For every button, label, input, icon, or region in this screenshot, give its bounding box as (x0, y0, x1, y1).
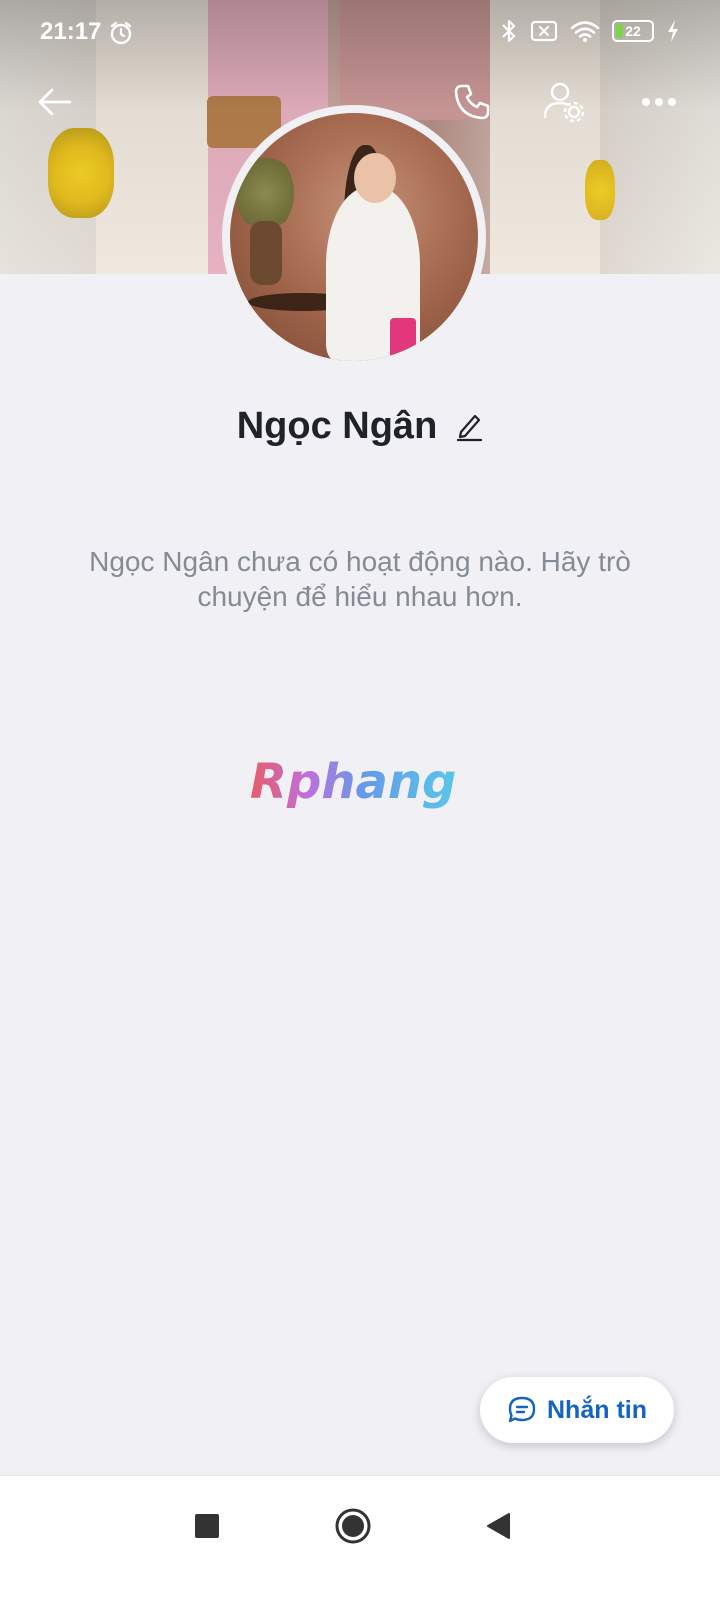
home-circle-icon (335, 1508, 371, 1544)
profile-name: Ngọc Ngân (236, 404, 438, 447)
back-button[interactable] (26, 70, 82, 134)
charging-icon (668, 20, 678, 42)
home-button[interactable] (325, 1498, 381, 1554)
call-button[interactable] (444, 70, 500, 134)
wifi-icon (570, 21, 600, 42)
edit-pencil-icon[interactable] (455, 410, 483, 442)
recents-square-icon (195, 1514, 219, 1538)
more-options-icon (642, 98, 676, 106)
battery-icon: 22 (612, 20, 654, 42)
alarm-icon (110, 21, 132, 45)
avatar-photo-head (354, 153, 396, 203)
nav-back-button[interactable] (470, 1498, 526, 1554)
battery-level-fill (616, 24, 623, 38)
avatar-photo (230, 113, 478, 361)
empty-activity-message: Ngọc Ngân chưa có hoạt động nào. Hãy trò… (89, 546, 631, 612)
system-nav-bar (0, 1475, 720, 1601)
back-triangle-icon (487, 1513, 510, 1539)
profile-settings-button[interactable] (536, 70, 592, 134)
svg-text:Rphang: Rphang (250, 754, 456, 810)
status-time: 21:17 (40, 18, 102, 45)
send-message-label: Nhắn tin (547, 1395, 647, 1424)
user-settings-icon (543, 82, 585, 123)
chat-bubble-icon (508, 1396, 536, 1423)
back-arrow-icon (38, 88, 72, 116)
avatar-photo-vase (250, 221, 282, 285)
more-options-button[interactable] (631, 70, 687, 134)
bluetooth-icon (502, 19, 516, 43)
recents-button[interactable] (179, 1498, 235, 1554)
profile-name-row: Ngọc Ngân (0, 398, 720, 454)
battery-level: 22 (625, 23, 641, 39)
no-sim-icon (530, 20, 558, 42)
phone-call-icon (454, 84, 490, 120)
status-bar: 21:17 22 (0, 0, 720, 70)
watermark-logo: Rphang (250, 754, 456, 810)
profile-avatar[interactable] (222, 105, 486, 369)
send-message-button[interactable]: Nhắn tin (480, 1377, 674, 1443)
avatar-photo-cushion (390, 318, 416, 361)
